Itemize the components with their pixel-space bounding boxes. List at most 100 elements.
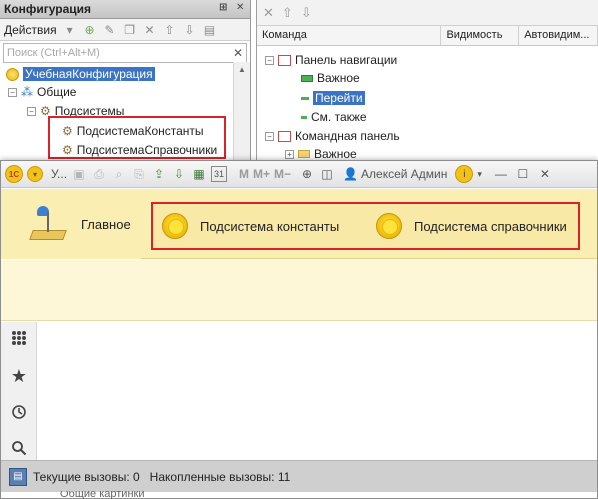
- configuration-search[interactable]: Поиск (Ctrl+Alt+M) ✕: [3, 43, 247, 63]
- link-icon[interactable]: ⎘: [131, 164, 147, 184]
- close-icon[interactable]: ✕: [236, 2, 244, 13]
- add-icon[interactable]: ⊕: [83, 23, 97, 37]
- import-icon[interactable]: ⇩: [171, 164, 187, 184]
- desk-lamp-icon: [29, 204, 67, 244]
- status-bar: ▤ Текущие вызовы: 0 Накопленные вызовы: …: [1, 460, 597, 492]
- user-menu[interactable]: 👤 Алексей Админ: [343, 164, 447, 184]
- dropdown-arrow-icon[interactable]: ▾: [477, 164, 482, 184]
- section-home-label: Главное: [81, 216, 131, 232]
- column-header-command[interactable]: Команда: [257, 26, 442, 45]
- command-row-important[interactable]: Важное: [301, 69, 360, 87]
- move-up-icon[interactable]: ⇧: [163, 23, 177, 37]
- maximize-button[interactable]: ☐: [514, 164, 532, 184]
- tree-child-catalogs[interactable]: ⚙ ПодсистемаСправочники: [62, 141, 217, 159]
- group-icon: [301, 74, 313, 82]
- command-row-goto[interactable]: Перейти: [301, 89, 365, 107]
- scroll-up-icon[interactable]: ▲: [234, 62, 250, 78]
- actions-menu[interactable]: Действия: [4, 23, 57, 37]
- panel-icon: [278, 54, 291, 66]
- tree-root[interactable]: УчебнаяКонфигурация: [6, 65, 155, 83]
- move-down-icon[interactable]: ⇩: [301, 5, 312, 21]
- memory-button[interactable]: M: [239, 164, 249, 184]
- panels-icon[interactable]: ◫: [319, 164, 335, 184]
- command-row-label: См. также: [311, 110, 367, 124]
- section-catalogs[interactable]: Подсистема справочники: [376, 204, 567, 248]
- column-header-visibility[interactable]: Видимость: [441, 26, 520, 45]
- collapse-toggle[interactable]: −: [265, 55, 274, 65]
- sections-panel: Главное Подсистема константы Подсистема …: [1, 189, 597, 259]
- subsystem-circle-icon: [162, 213, 188, 239]
- preview-icon[interactable]: ⌕: [111, 164, 127, 184]
- section-home[interactable]: Главное: [1, 189, 141, 259]
- group-icon: [301, 96, 309, 100]
- user-name: Алексей Админ: [361, 167, 448, 181]
- subsystems-highlight-box: ⚙ ПодсистемаКонстанты ⚙ ПодсистемаСправо…: [48, 116, 226, 159]
- move-down-icon[interactable]: ⇩: [183, 23, 197, 37]
- tree-child-label: ПодсистемаСправочники: [76, 143, 218, 157]
- expand-toggle[interactable]: +: [285, 149, 294, 159]
- command-row-command-panel[interactable]: − Командная панель: [265, 127, 400, 145]
- tree-child-constants[interactable]: ⚙ ПодсистемаКонстанты: [62, 122, 204, 140]
- function-panel: [1, 260, 597, 321]
- section-label: Подсистема справочники: [414, 218, 567, 234]
- subsystem-icon: ⚙: [62, 124, 73, 138]
- command-row-nav-panel[interactable]: − Панель навигации: [265, 51, 397, 69]
- command-row-label: Важное: [314, 147, 357, 161]
- app-logo-icon[interactable]: 1С: [5, 165, 23, 183]
- print-icon[interactable]: ⎙: [91, 164, 107, 184]
- work-area: [38, 322, 597, 460]
- search-icon[interactable]: [9, 438, 29, 458]
- apps-grid-icon[interactable]: [9, 328, 29, 348]
- command-row-label: Командная панель: [295, 129, 400, 143]
- info-icon[interactable]: i: [455, 165, 474, 183]
- pin-icon[interactable]: ⊞: [219, 2, 227, 13]
- search-input[interactable]: Поиск (Ctrl+Alt+M): [4, 47, 230, 59]
- history-icon[interactable]: [9, 402, 29, 422]
- subsystem-icon: ⚙: [62, 143, 73, 157]
- memory-subtract-button[interactable]: M−: [274, 164, 291, 184]
- subsystem-circle-icon: [376, 213, 402, 239]
- edit-icon[interactable]: ✎: [103, 23, 117, 37]
- configuration-title: Конфигурация: [4, 2, 92, 16]
- move-up-icon[interactable]: ⇧: [282, 5, 293, 21]
- calculator-icon[interactable]: ▦: [191, 164, 207, 184]
- group-icon: [301, 115, 307, 119]
- command-row-see-also[interactable]: См. также: [301, 108, 367, 126]
- dropdown-arrow-icon[interactable]: ▾: [63, 23, 77, 37]
- memory-add-button[interactable]: M+: [253, 164, 270, 184]
- favorites-star-icon[interactable]: ★: [9, 366, 29, 386]
- client-title-bar: 1С ▾ У... ▣ ⎙ ⌕ ⎘ ⇪ ⇩ ▦ 31 M M+ M− ⊕ ◫ 👤…: [1, 161, 597, 188]
- performance-icon[interactable]: ▤: [9, 467, 27, 486]
- common-icon: ⁂: [21, 85, 33, 99]
- group-icon: [298, 150, 310, 158]
- save-icon[interactable]: ▣: [71, 164, 87, 184]
- command-table-header: Команда Видимость Автовидим...: [257, 26, 598, 46]
- export-icon[interactable]: ⇪: [151, 164, 167, 184]
- minimize-button[interactable]: —: [492, 164, 510, 184]
- window-title: У...: [51, 167, 68, 181]
- section-constants[interactable]: Подсистема константы: [162, 204, 339, 248]
- collapse-toggle[interactable]: −: [8, 87, 17, 97]
- command-row-label: Важное: [317, 71, 360, 85]
- configuration-icon: [6, 67, 19, 81]
- zoom-icon[interactable]: ⊕: [299, 164, 315, 184]
- tree-root-label: УчебнаяКонфигурация: [23, 67, 155, 81]
- delete-icon[interactable]: ✕: [143, 23, 157, 37]
- close-button[interactable]: ✕: [536, 164, 554, 184]
- clear-search-icon[interactable]: ✕: [230, 46, 246, 60]
- calendar-icon[interactable]: 31: [211, 166, 228, 182]
- cut-off-tree-item: Общие картинки: [60, 491, 145, 499]
- main-menu-icon[interactable]: ▾: [27, 166, 43, 182]
- command-editor-toolbar: ✕ ⇧ ⇩: [257, 0, 598, 26]
- user-icon: 👤: [343, 167, 359, 181]
- collapse-toggle[interactable]: −: [265, 131, 274, 141]
- properties-icon[interactable]: ▤: [203, 23, 217, 37]
- column-header-autovisibility[interactable]: Автовидим...: [519, 26, 598, 45]
- collapse-toggle[interactable]: −: [27, 106, 36, 116]
- configuration-title-bar: Конфигурация ⊞ ✕: [0, 0, 250, 19]
- section-label: Подсистема константы: [200, 218, 340, 234]
- copy-icon[interactable]: ❐: [123, 23, 137, 37]
- command-row-label: Перейти: [313, 91, 365, 105]
- tree-common[interactable]: − ⁂ Общие: [8, 83, 76, 101]
- delete-icon[interactable]: ✕: [263, 5, 274, 21]
